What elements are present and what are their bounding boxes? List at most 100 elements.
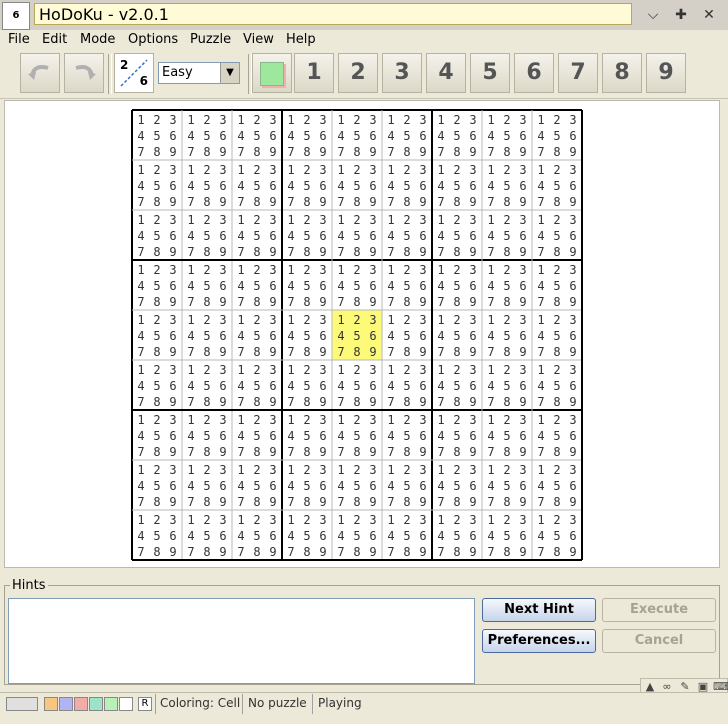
sudoku-cell-r9c9[interactable]: 1 2 3 4 5 6 7 8 9 <box>532 510 582 560</box>
sudoku-cell-r3c1[interactable]: 1 2 3 4 5 6 7 8 9 <box>132 210 182 260</box>
sudoku-cell-r2c1[interactable]: 1 2 3 4 5 6 7 8 9 <box>132 160 182 210</box>
show-candidates-button[interactable]: 2 6 <box>114 53 154 93</box>
sudoku-cell-r8c9[interactable]: 1 2 3 4 5 6 7 8 9 <box>532 460 582 510</box>
digit-button-4[interactable]: 4 <box>426 53 466 93</box>
sudoku-cell-r2c9[interactable]: 1 2 3 4 5 6 7 8 9 <box>532 160 582 210</box>
chevron-down-icon[interactable]: ⌵ <box>642 4 664 26</box>
next-hint-button[interactable]: Next Hint <box>482 598 596 622</box>
sudoku-cell-r3c9[interactable]: 1 2 3 4 5 6 7 8 9 <box>532 210 582 260</box>
level-select[interactable]: Easy ▼ <box>158 62 240 84</box>
sudoku-cell-r3c7[interactable]: 1 2 3 4 5 6 7 8 9 <box>432 210 482 260</box>
sudoku-cell-r8c6[interactable]: 1 2 3 4 5 6 7 8 9 <box>382 460 432 510</box>
sudoku-cell-r1c1[interactable]: 1 2 3 4 5 6 7 8 9 <box>132 110 182 160</box>
sudoku-cell-r2c7[interactable]: 1 2 3 4 5 6 7 8 9 <box>432 160 482 210</box>
sudoku-cell-r3c3[interactable]: 1 2 3 4 5 6 7 8 9 <box>232 210 282 260</box>
sudoku-cell-r7c9[interactable]: 1 2 3 4 5 6 7 8 9 <box>532 410 582 460</box>
sudoku-cell-r4c4[interactable]: 1 2 3 4 5 6 7 8 9 <box>282 260 332 310</box>
sudoku-grid[interactable]: 1 2 34 5 67 8 91 2 34 5 67 8 91 2 34 5 67 8 91 2 34 5 67 8 91 2 34… <box>130 108 584 562</box>
sudoku-cell-r9c7[interactable]: 1 2 3 4 5 6 7 8 9 <box>432 510 482 560</box>
redo-button[interactable] <box>64 53 104 93</box>
sudoku-cell-r5c9[interactable]: 1 2 3 4 5 6 7 8 9 <box>532 310 582 360</box>
sudoku-cell-r9c8[interactable]: 1 2 3 4 5 6 7 8 9 <box>482 510 532 560</box>
sudoku-cell-r1c8[interactable]: 1 2 3 4 5 6 7 8 9 <box>482 110 532 160</box>
sudoku-cell-r9c4[interactable]: 1 2 3 4 5 6 7 8 9 <box>282 510 332 560</box>
sudoku-cell-r6c1[interactable]: 1 2 3 4 5 6 7 8 9 <box>132 360 182 410</box>
sudoku-cell-r2c2[interactable]: 1 2 3 4 5 6 7 8 9 <box>182 160 232 210</box>
sudoku-cell-r3c4[interactable]: 1 2 3 4 5 6 7 8 9 <box>282 210 332 260</box>
digit-button-2[interactable]: 2 <box>338 53 378 93</box>
sudoku-cell-r1c5[interactable]: 1 2 3 4 5 6 7 8 9 <box>332 110 382 160</box>
menu-file[interactable]: File <box>8 32 30 47</box>
menu-edit[interactable]: Edit <box>42 32 67 47</box>
sudoku-cell-r6c6[interactable]: 1 2 3 4 5 6 7 8 9 <box>382 360 432 410</box>
cancel-button[interactable]: Cancel <box>602 629 716 653</box>
sudoku-cell-r9c3[interactable]: 1 2 3 4 5 6 7 8 9 <box>232 510 282 560</box>
sudoku-cell-r9c6[interactable]: 1 2 3 4 5 6 7 8 9 <box>382 510 432 560</box>
sudoku-cell-r4c5[interactable]: 1 2 3 4 5 6 7 8 9 <box>332 260 382 310</box>
sudoku-cell-r2c8[interactable]: 1 2 3 4 5 6 7 8 9 <box>482 160 532 210</box>
sudoku-cell-r6c8[interactable]: 1 2 3 4 5 6 7 8 9 <box>482 360 532 410</box>
execute-button[interactable]: Execute <box>602 598 716 622</box>
sudoku-cell-r8c8[interactable]: 1 2 3 4 5 6 7 8 9 <box>482 460 532 510</box>
sudoku-cell-r1c9[interactable]: 1 2 3 4 5 6 7 8 9 <box>532 110 582 160</box>
sudoku-cell-r5c1[interactable]: 1 2 3 4 5 6 7 8 9 <box>132 310 182 360</box>
sudoku-cell-r7c6[interactable]: 1 2 3 4 5 6 7 8 9 <box>382 410 432 460</box>
menu-mode[interactable]: Mode <box>80 32 115 47</box>
sudoku-cell-r9c2[interactable]: 1 2 3 4 5 6 7 8 9 <box>182 510 232 560</box>
sudoku-cell-r3c8[interactable]: 1 2 3 4 5 6 7 8 9 <box>482 210 532 260</box>
sudoku-cell-r8c4[interactable]: 1 2 3 4 5 6 7 8 9 <box>282 460 332 510</box>
sudoku-cell-r5c5[interactable]: 1 2 3 4 5 6 7 8 9 <box>332 310 382 360</box>
sudoku-cell-r6c9[interactable]: 1 2 3 4 5 6 7 8 9 <box>532 360 582 410</box>
sudoku-cell-r8c2[interactable]: 1 2 3 4 5 6 7 8 9 <box>182 460 232 510</box>
sudoku-cell-r7c2[interactable]: 1 2 3 4 5 6 7 8 9 <box>182 410 232 460</box>
digit-button-9[interactable]: 9 <box>646 53 686 93</box>
color-swatch-6[interactable] <box>119 697 133 711</box>
sudoku-cell-r4c7[interactable]: 1 2 3 4 5 6 7 8 9 <box>432 260 482 310</box>
color-swatch-0[interactable] <box>6 697 38 711</box>
sudoku-cell-r8c3[interactable]: 1 2 3 4 5 6 7 8 9 <box>232 460 282 510</box>
sudoku-cell-r4c9[interactable]: 1 2 3 4 5 6 7 8 9 <box>532 260 582 310</box>
sudoku-cell-r8c1[interactable]: 1 2 3 4 5 6 7 8 9 <box>132 460 182 510</box>
menu-puzzle[interactable]: Puzzle <box>190 32 231 47</box>
sudoku-cell-r9c1[interactable]: 1 2 3 4 5 6 7 8 9 <box>132 510 182 560</box>
sudoku-cell-r4c6[interactable]: 1 2 3 4 5 6 7 8 9 <box>382 260 432 310</box>
sudoku-cell-r8c7[interactable]: 1 2 3 4 5 6 7 8 9 <box>432 460 482 510</box>
sudoku-cell-r6c3[interactable]: 1 2 3 4 5 6 7 8 9 <box>232 360 282 410</box>
color-swatch-1[interactable] <box>44 697 58 711</box>
sudoku-cell-r3c2[interactable]: 1 2 3 4 5 6 7 8 9 <box>182 210 232 260</box>
digit-button-5[interactable]: 5 <box>470 53 510 93</box>
sudoku-cell-r7c8[interactable]: 1 2 3 4 5 6 7 8 9 <box>482 410 532 460</box>
sudoku-cell-r8c5[interactable]: 1 2 3 4 5 6 7 8 9 <box>332 460 382 510</box>
chevron-down-icon[interactable]: ▼ <box>220 63 239 83</box>
sudoku-cell-r4c8[interactable]: 1 2 3 4 5 6 7 8 9 <box>482 260 532 310</box>
sudoku-cell-r9c5[interactable]: 1 2 3 4 5 6 7 8 9 <box>332 510 382 560</box>
color-filter-button[interactable] <box>252 53 292 93</box>
sudoku-cell-r1c7[interactable]: 1 2 3 4 5 6 7 8 9 <box>432 110 482 160</box>
sudoku-cell-r6c2[interactable]: 1 2 3 4 5 6 7 8 9 <box>182 360 232 410</box>
close-icon[interactable]: ✕ <box>698 4 720 26</box>
sudoku-cell-r4c3[interactable]: 1 2 3 4 5 6 7 8 9 <box>232 260 282 310</box>
sudoku-cell-r6c4[interactable]: 1 2 3 4 5 6 7 8 9 <box>282 360 332 410</box>
sudoku-cell-r1c4[interactable]: 1 2 3 4 5 6 7 8 9 <box>282 110 332 160</box>
sudoku-cell-r2c4[interactable]: 1 2 3 4 5 6 7 8 9 <box>282 160 332 210</box>
sudoku-cell-r7c4[interactable]: 1 2 3 4 5 6 7 8 9 <box>282 410 332 460</box>
color-swatch-3[interactable] <box>74 697 88 711</box>
sudoku-cell-r5c8[interactable]: 1 2 3 4 5 6 7 8 9 <box>482 310 532 360</box>
sudoku-cell-r1c2[interactable]: 1 2 3 4 5 6 7 8 9 <box>182 110 232 160</box>
digit-button-1[interactable]: 1 <box>294 53 334 93</box>
sudoku-cell-r6c5[interactable]: 1 2 3 4 5 6 7 8 9 <box>332 360 382 410</box>
hints-textarea[interactable] <box>8 598 475 684</box>
digit-button-3[interactable]: 3 <box>382 53 422 93</box>
sudoku-cell-r3c6[interactable]: 1 2 3 4 5 6 7 8 9 <box>382 210 432 260</box>
color-swatch-2[interactable] <box>59 697 73 711</box>
color-swatch-5[interactable] <box>104 697 118 711</box>
menu-help[interactable]: Help <box>286 32 316 47</box>
sudoku-cell-r2c3[interactable]: 1 2 3 4 5 6 7 8 9 <box>232 160 282 210</box>
sudoku-cell-r7c3[interactable]: 1 2 3 4 5 6 7 8 9 <box>232 410 282 460</box>
digit-button-7[interactable]: 7 <box>558 53 598 93</box>
sudoku-cell-r5c2[interactable]: 1 2 3 4 5 6 7 8 9 <box>182 310 232 360</box>
sudoku-cell-r1c6[interactable]: 1 2 3 4 5 6 7 8 9 <box>382 110 432 160</box>
digit-button-6[interactable]: 6 <box>514 53 554 93</box>
color-swatch-4[interactable] <box>89 697 103 711</box>
preferences-button[interactable]: Preferences... <box>482 629 596 653</box>
